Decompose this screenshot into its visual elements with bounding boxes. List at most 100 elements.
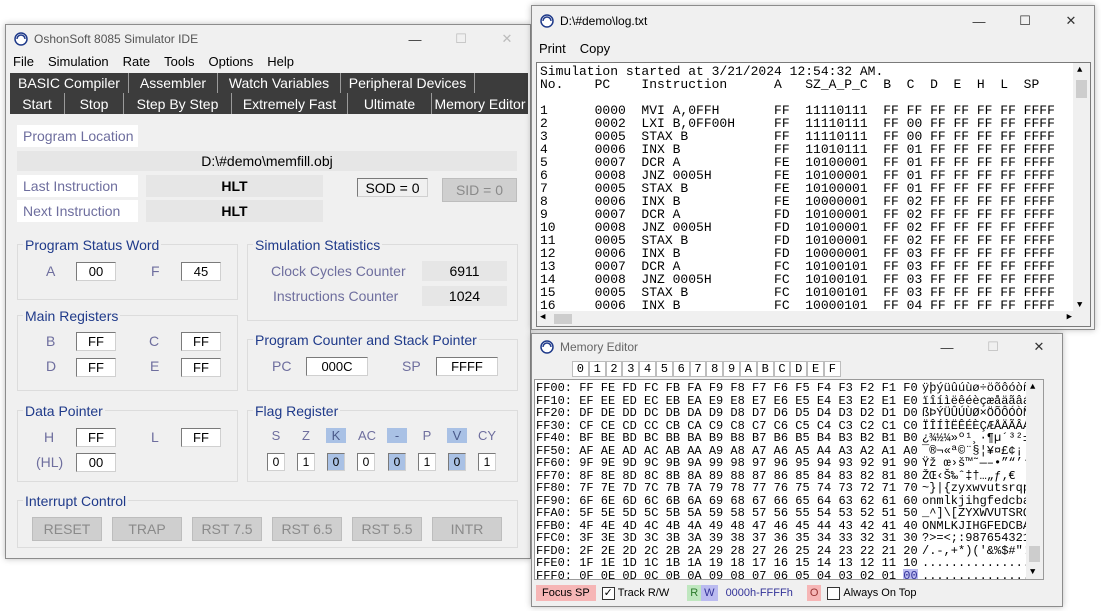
menu-copy[interactable]: Copy — [573, 41, 617, 56]
hex-column-label: 0 — [572, 361, 589, 377]
pc-label: PC — [272, 358, 292, 374]
ascii-dump[interactable]: ÿþýüûúùø÷öõôóòñð ïîíìëêéèçæåäãâáà ßÞÝÜÛÚÙØ… — [922, 381, 1038, 579]
menu-simulation[interactable]: Simulation — [41, 54, 116, 69]
flag-s-label: S — [271, 428, 281, 443]
flag-cy-value[interactable]: 1 — [478, 453, 496, 471]
scroll-down-icon[interactable]: ▼ — [1077, 300, 1082, 310]
flag-k-value[interactable]: 0 — [327, 453, 345, 471]
flag-p-value[interactable]: 1 — [418, 453, 436, 471]
reg-d-field[interactable]: FF — [76, 358, 116, 377]
reg-e-field[interactable]: FF — [181, 358, 221, 377]
menu-print[interactable]: Print — [532, 41, 573, 56]
reg-f-field[interactable]: 45 — [181, 262, 221, 281]
program-location-value: D:\#demo\memfill.obj — [17, 151, 517, 171]
menu-tools[interactable]: Tools — [157, 54, 201, 69]
reset-button[interactable]: RESET — [32, 517, 102, 541]
log-vertical-scrollbar[interactable]: ▲ ▼ — [1073, 63, 1090, 312]
flag-ac-label: AC — [357, 428, 377, 443]
reg-h-field[interactable]: FF — [76, 428, 116, 447]
extremely-fast-button[interactable]: Extremely Fast — [232, 93, 348, 114]
memory-editor-button[interactable]: Memory Editor — [432, 93, 528, 114]
ultimate-button[interactable]: Ultimate — [348, 93, 432, 114]
log-hscroll-thumb[interactable] — [554, 314, 572, 324]
reg-b-label: B — [46, 333, 56, 349]
reg-b-field[interactable]: FF — [76, 332, 116, 351]
ascii-row: ?>=<;:9876543210 — [922, 531, 1038, 545]
sp-field[interactable]: FFFF — [436, 357, 498, 376]
maximize-icon: ☐ — [455, 31, 467, 46]
hex-column-label: F — [823, 361, 841, 377]
hl-field[interactable]: 00 — [76, 453, 116, 472]
hex-column-label: 4 — [639, 361, 656, 377]
hex-column-label: B — [756, 361, 774, 377]
log-vscroll-thumb[interactable] — [1076, 80, 1087, 98]
memory-editor-window: Memory Editor — ☐ ✕ 0123456789ABCDEF FF0… — [531, 333, 1063, 607]
mem-minimize-icon[interactable]: — — [924, 334, 970, 360]
psw-title: Program Status Word — [23, 237, 162, 253]
basic-compiler-button[interactable]: BASIC Compiler — [10, 73, 129, 93]
stop-button[interactable]: Stop — [65, 93, 124, 114]
log-text-area[interactable]: Simulation started at 3/21/2024 12:54:32… — [536, 62, 1091, 327]
mem-scroll-down-icon[interactable]: ▼ — [1030, 567, 1035, 577]
flag-z-value[interactable]: 1 — [297, 453, 315, 471]
always-on-top-checkbox[interactable]: Always On Top — [827, 586, 917, 600]
intr-button[interactable]: INTR — [432, 517, 502, 541]
flag-dash-value[interactable]: 0 — [388, 453, 406, 471]
hex-dump[interactable]: FF00: FF FE FD FC FB FA F9 F8 F7 F6 F5 F… — [536, 382, 918, 580]
log-horizontal-scrollbar[interactable]: ◀ ▶ — [537, 311, 1090, 326]
hex-column-header: 0123456789ABCDEF — [572, 361, 841, 377]
log-minimize-icon[interactable]: — — [956, 7, 1002, 35]
focus-sp-button[interactable]: Focus SP — [536, 585, 596, 601]
menu-help[interactable]: Help — [260, 54, 301, 69]
peripheral-devices-button[interactable]: Peripheral Devices — [341, 73, 475, 93]
read-indicator: R — [687, 585, 702, 601]
step-by-step-button[interactable]: Step By Step — [124, 93, 232, 114]
flag-v-value[interactable]: 0 — [448, 453, 466, 471]
flag-v-label: V — [447, 428, 467, 443]
assembler-button[interactable]: Assembler — [129, 73, 218, 93]
toolbar-row2: Start Stop Step By Step Extremely Fast U… — [10, 93, 528, 114]
selected-memory-cell[interactable]: 00 — [903, 568, 918, 579]
menu-options[interactable]: Options — [201, 54, 260, 69]
minimize-icon[interactable]: — — [392, 25, 438, 53]
flag-ac-value[interactable]: 0 — [357, 453, 375, 471]
mem-vscroll-thumb[interactable] — [1029, 546, 1040, 562]
memory-grid[interactable]: FF00: FF FE FD FC FB FA F9 F8 F7 F6 F5 F… — [534, 379, 1044, 580]
rst75-button[interactable]: RST 7.5 — [192, 517, 262, 541]
reg-f-label: F — [151, 263, 160, 279]
memory-row-text: FFF0: 0F 0E 0D 0C 0B 0A 09 08 07 06 05 0… — [536, 568, 897, 580]
mem-close-icon[interactable]: ✕ — [1016, 334, 1062, 360]
trap-button[interactable]: TRAP — [112, 517, 182, 541]
reg-a-field[interactable]: 00 — [76, 262, 116, 281]
reg-l-field[interactable]: FF — [181, 428, 221, 447]
menu-rate[interactable]: Rate — [116, 54, 157, 69]
scroll-right-icon[interactable]: ▶ — [1067, 312, 1072, 322]
flag-register-group — [247, 410, 518, 482]
track-rw-checkbox[interactable]: ✓ Track R/W — [601, 586, 669, 600]
ascii-row: ÿþýüûúùø÷öõôóòñð — [922, 381, 1038, 395]
memory-row[interactable]: FFF0: 0F 0E 0D 0C 0B 0A 09 08 07 06 05 0… — [536, 568, 918, 580]
reg-h-label: H — [44, 429, 55, 445]
ascii-row: ~}|{zyxwvutsrqp — [922, 481, 1031, 495]
rst55-button[interactable]: RST 5.5 — [352, 517, 422, 541]
menu-file[interactable]: File — [6, 54, 41, 69]
mem-vertical-scrollbar[interactable]: ▲ ▼ — [1026, 380, 1043, 579]
mem-scroll-up-icon[interactable]: ▲ — [1030, 382, 1035, 392]
log-maximize-icon[interactable]: ☐ — [1002, 7, 1048, 35]
scroll-up-icon[interactable]: ▲ — [1077, 65, 1082, 75]
flag-dash-label: - — [387, 428, 407, 443]
log-lines: Simulation started at 3/21/2024 12:54:32… — [540, 65, 1055, 312]
hex-column-label: 2 — [605, 361, 623, 377]
rst65-button[interactable]: RST 6.5 — [272, 517, 342, 541]
scroll-left-icon[interactable]: ◀ — [540, 312, 545, 322]
start-button[interactable]: Start — [10, 93, 65, 114]
flag-s-value[interactable]: 0 — [267, 453, 285, 471]
sid-button[interactable]: SID = 0 — [442, 178, 517, 202]
pc-field[interactable]: 000C — [306, 357, 368, 376]
log-close-icon[interactable]: ✕ — [1048, 7, 1094, 35]
ide-window: OshonSoft 8085 Simulator IDE — ☐ ✕ File … — [5, 24, 531, 559]
hex-column-label: C — [773, 361, 791, 377]
reg-c-field[interactable]: FF — [181, 332, 221, 351]
watch-variables-button[interactable]: Watch Variables — [218, 73, 341, 93]
address-range: 0000h-FFFFh — [725, 587, 793, 599]
